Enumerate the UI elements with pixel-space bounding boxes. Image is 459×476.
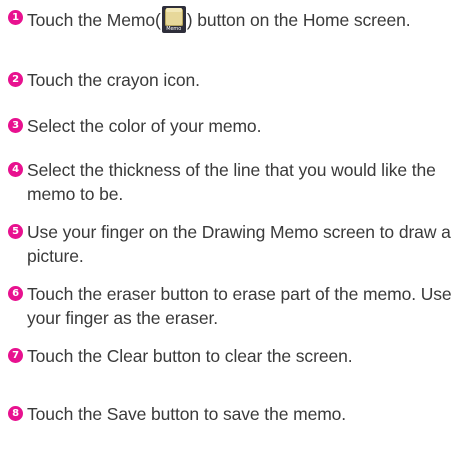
step-text: Touch the Clear button to clear the scre… [27,346,353,366]
step-number-badge: 2 [8,72,23,87]
step-text: Touch the eraser button to erase part of… [27,284,452,328]
step-number-badge: 7 [8,348,23,363]
step-8: 8 Touch the Save button to save the memo… [8,402,454,426]
memo-icon-caption: Memo [166,26,182,32]
step-text: Select the color of your memo. [27,116,262,136]
step-number-badge: 6 [8,286,23,301]
step-3: 3 Select the color of your memo. [8,114,454,138]
step-number-badge: 8 [8,406,23,421]
step-number-badge: 5 [8,224,23,239]
step-7: 7 Touch the Clear button to clear the sc… [8,344,454,368]
step-6: 6 Touch the eraser button to erase part … [8,282,454,330]
step-number-badge: 3 [8,118,23,133]
step-1: 1 Touch the Memo( Memo ) button on the Ho… [8,6,454,33]
step-number-badge: 1 [8,10,23,25]
step-text-after-icon: ) button on the Home screen. [186,10,411,30]
step-text-before-icon: Touch the Memo( [27,10,161,30]
step-text: Touch the crayon icon. [27,70,200,90]
step-2: 2 Touch the crayon icon. [8,68,454,92]
step-4: 4 Select the thickness of the line that … [8,158,454,206]
step-number-badge: 4 [8,162,23,177]
step-text: Touch the Save button to save the memo. [27,404,347,424]
step-text: Touch the Memo( Memo ) button on the Home… [8,6,454,33]
step-text: Select the thickness of the line that yo… [27,160,436,204]
memo-app-icon: Memo [161,6,186,33]
step-text: Use your finger on the Drawing Memo scre… [27,222,451,266]
step-5: 5 Use your finger on the Drawing Memo sc… [8,220,454,268]
